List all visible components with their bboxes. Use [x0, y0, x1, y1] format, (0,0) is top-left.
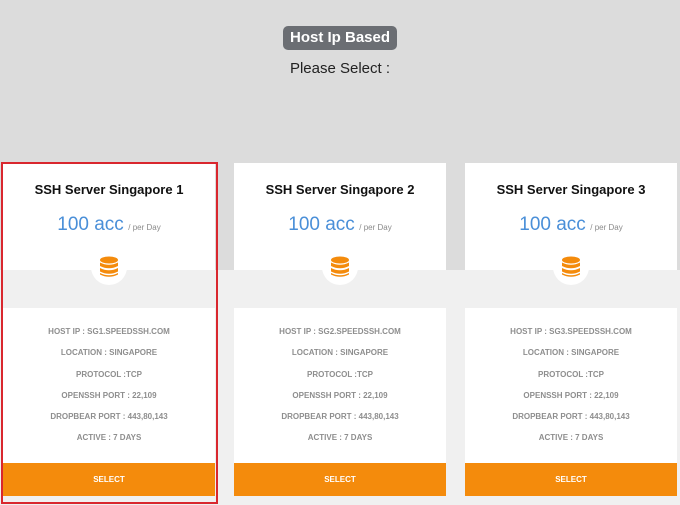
- server-specs: HOST IP : SG2.SPEEDSSH.COM LOCATION : SI…: [234, 326, 446, 454]
- spec-protocol: PROTOCOL :TCP: [538, 369, 604, 379]
- spec-active: ACTIVE : 7 DAYS: [538, 433, 604, 443]
- spec-active: ACTIVE : 7 DAYS: [76, 433, 142, 443]
- price-amount: 100 acc: [57, 214, 124, 235]
- spec-openssh-port: OPENSSH PORT : 22,109: [523, 390, 619, 400]
- spec-openssh-port: OPENSSH PORT : 22,109: [61, 390, 157, 400]
- server-title: SSH Server Singapore 2: [265, 182, 415, 197]
- price-block: 100 acc / per Day: [465, 214, 677, 236]
- price-period: / per Day: [128, 223, 161, 232]
- price-block: 100 acc / per Day: [234, 214, 446, 236]
- server-title: SSH Server Singapore 1: [34, 182, 184, 197]
- spec-dropbear-port: DROPBEAR PORT : 443,80,143: [50, 412, 168, 422]
- spec-dropbear-port: DROPBEAR PORT : 443,80,143: [281, 412, 399, 422]
- spec-dropbear-port: DROPBEAR PORT : 443,80,143: [512, 412, 630, 422]
- spec-openssh-port: OPENSSH PORT : 22,109: [292, 390, 388, 400]
- server-specs: HOST IP : SG1.SPEEDSSH.COM LOCATION : SI…: [3, 326, 215, 454]
- spec-location: LOCATION : SINGAPORE: [60, 348, 158, 358]
- server-specs: HOST IP : SG3.SPEEDSSH.COM LOCATION : SI…: [465, 326, 677, 454]
- server-card-1[interactable]: SSH Server Singapore 1 100 acc / per Day…: [3, 163, 215, 496]
- database-icon: [322, 249, 358, 285]
- select-button[interactable]: SELECT: [3, 463, 215, 496]
- price-amount: 100 acc: [288, 214, 355, 235]
- page-header: Host Ip Based Please Select :: [0, 26, 680, 77]
- category-badge: Host Ip Based: [282, 26, 398, 50]
- price-block: 100 acc / per Day: [3, 214, 215, 236]
- price-period: / per Day: [359, 223, 392, 232]
- spec-protocol: PROTOCOL :TCP: [307, 369, 373, 379]
- spec-location: LOCATION : SINGAPORE: [291, 348, 389, 358]
- database-icon: [91, 249, 127, 285]
- select-button[interactable]: SELECT: [234, 463, 446, 496]
- server-card-3[interactable]: SSH Server Singapore 3 100 acc / per Day…: [465, 163, 677, 496]
- spec-host: HOST IP : SG1.SPEEDSSH.COM: [48, 327, 170, 336]
- select-button[interactable]: SELECT: [465, 463, 677, 496]
- price-amount: 100 acc: [519, 214, 586, 235]
- spec-host: HOST IP : SG3.SPEEDSSH.COM: [510, 327, 632, 336]
- database-icon: [553, 249, 589, 285]
- spec-protocol: PROTOCOL :TCP: [76, 369, 142, 379]
- spec-host: HOST IP : SG2.SPEEDSSH.COM: [279, 327, 401, 336]
- server-card-2[interactable]: SSH Server Singapore 2 100 acc / per Day…: [234, 163, 446, 496]
- spec-active: ACTIVE : 7 DAYS: [307, 433, 373, 443]
- page-subtitle: Please Select :: [289, 60, 391, 77]
- price-period: / per Day: [590, 223, 623, 232]
- spec-location: LOCATION : SINGAPORE: [522, 348, 620, 358]
- server-title: SSH Server Singapore 3: [496, 182, 646, 197]
